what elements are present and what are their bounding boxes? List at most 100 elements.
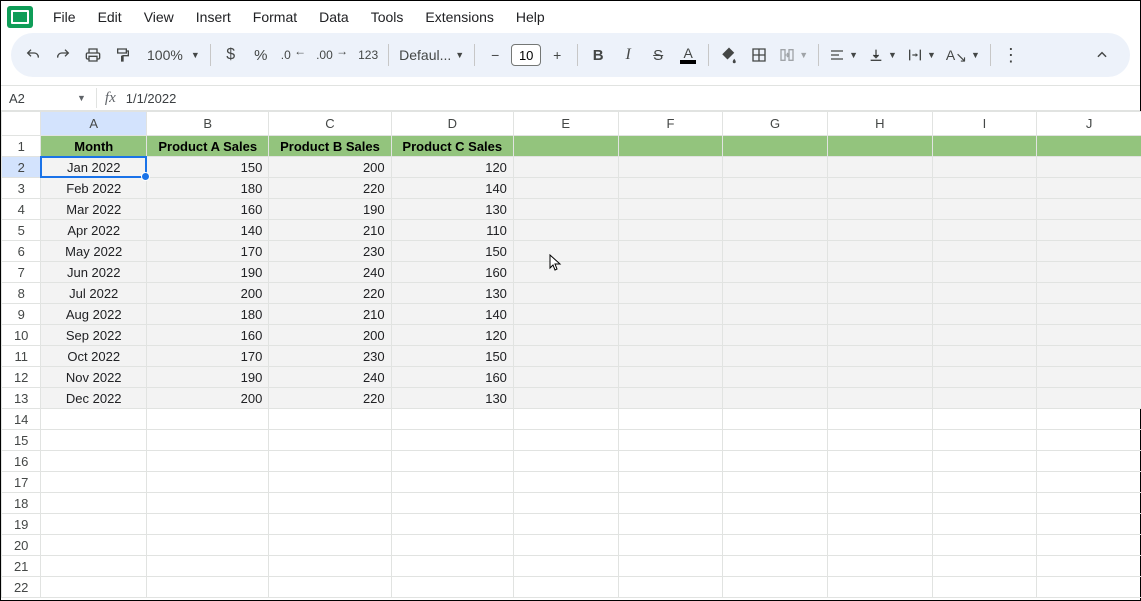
cell[interactable] — [723, 262, 828, 283]
cell[interactable] — [827, 430, 932, 451]
cell[interactable] — [723, 325, 828, 346]
cell[interactable] — [723, 451, 828, 472]
cell[interactable] — [1037, 577, 1141, 598]
cell[interactable] — [723, 283, 828, 304]
cell[interactable] — [1037, 514, 1141, 535]
cell[interactable]: 110 — [391, 220, 513, 241]
collapse-toolbar-button[interactable] — [1088, 41, 1116, 69]
row-header[interactable]: 4 — [2, 199, 41, 220]
cell[interactable] — [513, 199, 618, 220]
cell[interactable] — [932, 262, 1037, 283]
row-header[interactable]: 14 — [2, 409, 41, 430]
cell[interactable] — [513, 535, 618, 556]
cell[interactable]: Apr 2022 — [41, 220, 147, 241]
cell[interactable] — [723, 514, 828, 535]
strikethrough-button[interactable]: S — [644, 41, 672, 69]
cell[interactable] — [513, 157, 618, 178]
fill-color-button[interactable] — [715, 41, 743, 69]
cell[interactable]: 140 — [391, 304, 513, 325]
cell[interactable] — [618, 136, 723, 157]
more-formats-button[interactable]: 123 — [354, 41, 382, 69]
cell[interactable] — [618, 409, 723, 430]
cell[interactable]: 220 — [269, 178, 391, 199]
cell[interactable]: 180 — [147, 304, 269, 325]
cell[interactable] — [827, 199, 932, 220]
cell[interactable] — [269, 535, 391, 556]
cell[interactable]: 200 — [147, 388, 269, 409]
cell[interactable] — [723, 157, 828, 178]
cell[interactable]: 220 — [269, 388, 391, 409]
cell[interactable] — [827, 493, 932, 514]
cell[interactable] — [1037, 241, 1141, 262]
cell[interactable] — [1037, 346, 1141, 367]
cell[interactable] — [391, 409, 513, 430]
cell[interactable] — [269, 514, 391, 535]
cell[interactable] — [513, 325, 618, 346]
cell[interactable] — [391, 577, 513, 598]
cell[interactable] — [827, 556, 932, 577]
cell[interactable] — [618, 220, 723, 241]
cell[interactable] — [1037, 493, 1141, 514]
cell[interactable] — [932, 220, 1037, 241]
cell[interactable]: Mar 2022 — [41, 199, 147, 220]
cell[interactable] — [513, 367, 618, 388]
menu-format[interactable]: Format — [243, 5, 307, 29]
row-header[interactable]: 9 — [2, 304, 41, 325]
cell[interactable] — [618, 304, 723, 325]
cell[interactable] — [827, 220, 932, 241]
column-header-G[interactable]: G — [723, 112, 828, 136]
cell[interactable] — [932, 241, 1037, 262]
bold-button[interactable]: B — [584, 41, 612, 69]
cell[interactable] — [618, 535, 723, 556]
cell[interactable] — [618, 367, 723, 388]
cell[interactable] — [147, 535, 269, 556]
cell[interactable] — [147, 409, 269, 430]
column-header-J[interactable]: J — [1037, 112, 1141, 136]
cell[interactable] — [513, 451, 618, 472]
column-header-I[interactable]: I — [932, 112, 1037, 136]
menu-data[interactable]: Data — [309, 5, 359, 29]
cell[interactable] — [269, 409, 391, 430]
cell[interactable] — [513, 472, 618, 493]
cell[interactable] — [41, 409, 147, 430]
cell[interactable] — [147, 430, 269, 451]
cell[interactable]: 190 — [147, 367, 269, 388]
cell[interactable] — [391, 493, 513, 514]
cell[interactable]: Month — [41, 136, 147, 157]
cell[interactable] — [827, 178, 932, 199]
cell[interactable]: 160 — [391, 262, 513, 283]
cell[interactable] — [618, 556, 723, 577]
cell[interactable]: 210 — [269, 220, 391, 241]
cell[interactable] — [827, 136, 932, 157]
italic-button[interactable]: I — [614, 41, 642, 69]
cell[interactable]: Sep 2022 — [41, 325, 147, 346]
row-header[interactable]: 7 — [2, 262, 41, 283]
cell[interactable]: 200 — [269, 325, 391, 346]
menu-file[interactable]: File — [43, 5, 86, 29]
cell[interactable] — [932, 556, 1037, 577]
cell[interactable]: 240 — [269, 367, 391, 388]
cell[interactable] — [391, 430, 513, 451]
cell[interactable]: 170 — [147, 346, 269, 367]
cell[interactable] — [1037, 136, 1141, 157]
row-header[interactable]: 15 — [2, 430, 41, 451]
font-family-dropdown[interactable]: Defaul... ▼ — [395, 47, 468, 63]
formula-input[interactable]: 1/1/2022 — [126, 91, 177, 106]
decrease-font-size-button[interactable]: − — [481, 41, 509, 69]
cell[interactable]: Product C Sales — [391, 136, 513, 157]
font-size-input[interactable] — [511, 44, 541, 66]
cell[interactable]: Jan 2022 — [41, 157, 147, 178]
row-header[interactable]: 19 — [2, 514, 41, 535]
cell[interactable] — [1037, 283, 1141, 304]
cell[interactable] — [513, 241, 618, 262]
cell[interactable] — [513, 556, 618, 577]
cell[interactable]: 200 — [147, 283, 269, 304]
cell[interactable] — [618, 178, 723, 199]
row-header[interactable]: 6 — [2, 241, 41, 262]
cell[interactable] — [618, 577, 723, 598]
text-wrap-button[interactable]: ▼ — [903, 41, 940, 69]
cell[interactable] — [618, 283, 723, 304]
print-button[interactable] — [79, 41, 107, 69]
cell[interactable] — [618, 241, 723, 262]
cell[interactable] — [41, 556, 147, 577]
